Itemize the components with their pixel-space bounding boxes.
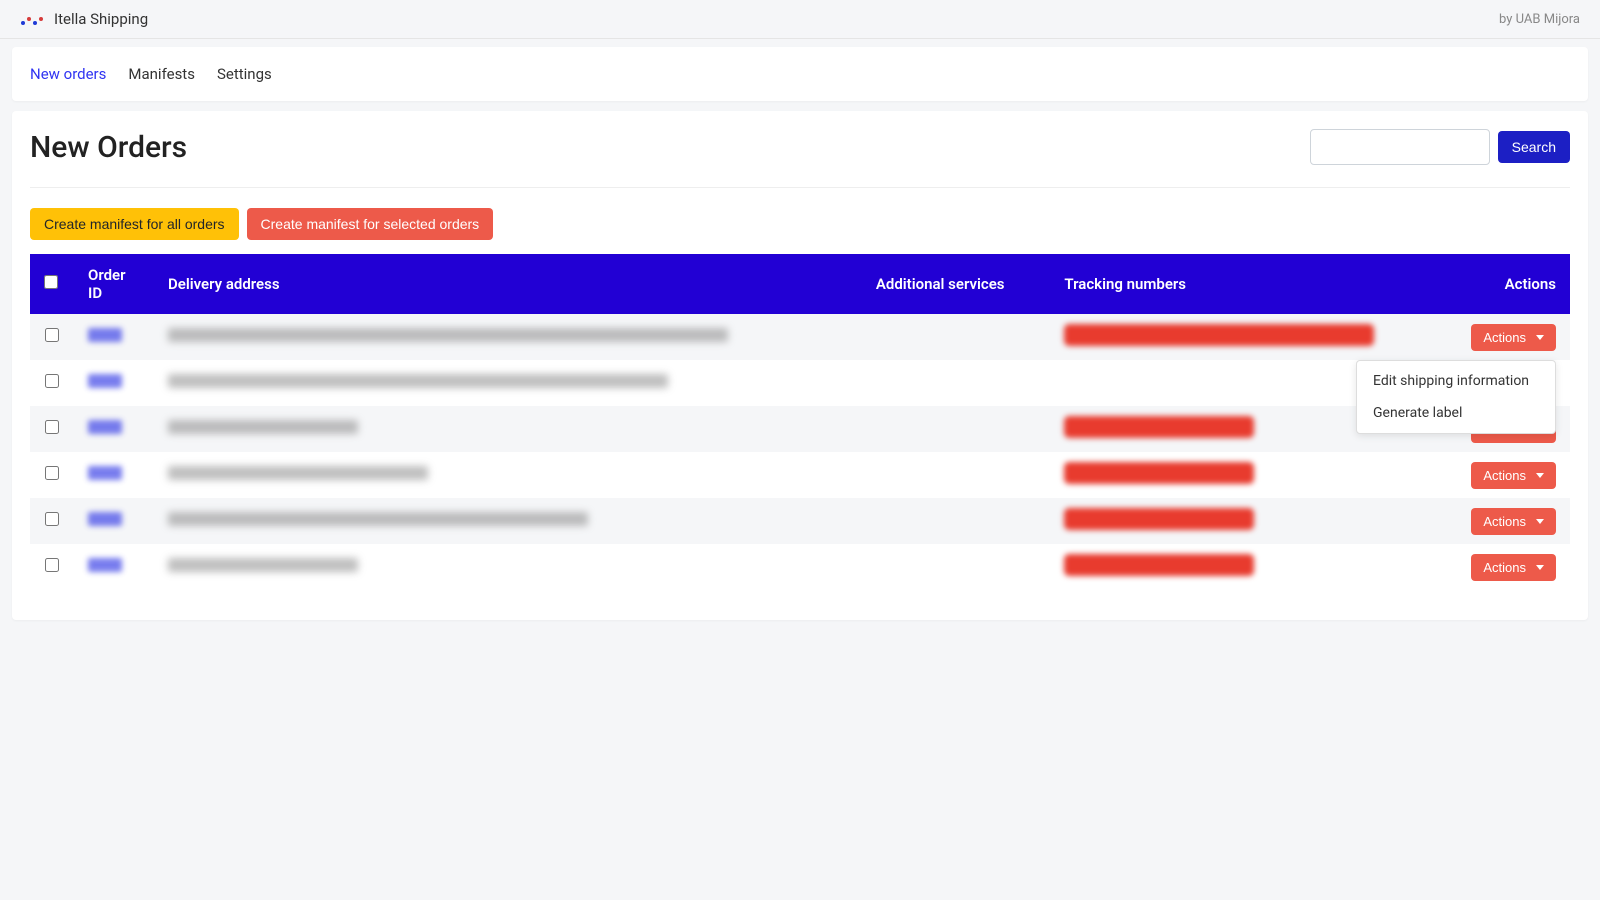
search-input[interactable] [1310, 129, 1490, 165]
row-actions-label: Actions [1483, 468, 1526, 483]
order-id-link[interactable] [88, 420, 122, 434]
tracking-badge [1064, 462, 1254, 484]
orders-table: Order ID Delivery address Additional ser… [30, 254, 1570, 590]
tracking-badge [1064, 508, 1254, 530]
delivery-address-text [168, 420, 358, 434]
col-select-all [30, 254, 74, 314]
table-row: Actions [30, 452, 1570, 498]
dropdown-edit-shipping[interactable]: Edit shipping information [1357, 365, 1555, 397]
row-checkbox[interactable] [45, 558, 59, 572]
tracking-badge [1064, 554, 1254, 576]
tracking-badge [1064, 416, 1254, 438]
nav-tab-new-orders[interactable]: New orders [30, 47, 106, 101]
row-checkbox[interactable] [45, 466, 59, 480]
create-manifest-selected-button[interactable]: Create manifest for selected orders [247, 208, 494, 240]
row-actions-button[interactable]: Actions [1471, 508, 1556, 535]
row-checkbox[interactable] [45, 328, 59, 342]
delivery-address-text [168, 512, 588, 526]
select-all-checkbox[interactable] [44, 275, 58, 289]
additional-services-cell [862, 406, 1051, 452]
additional-services-cell [862, 498, 1051, 544]
nav-tab-manifests[interactable]: Manifests [128, 47, 195, 101]
row-actions-button[interactable]: Actions [1471, 324, 1556, 351]
delivery-address-text [168, 374, 668, 388]
table-row: Actions [30, 498, 1570, 544]
table-row: Actions [30, 360, 1570, 406]
nav-card: New orders Manifests Settings [12, 47, 1588, 101]
actions-dropdown: Edit shipping informationGenerate label [1356, 360, 1556, 434]
topbar: Itella Shipping by UAB Mijora [0, 0, 1600, 39]
row-actions-label: Actions [1483, 330, 1526, 345]
brand-logo-icon [20, 11, 44, 27]
order-id-link[interactable] [88, 558, 122, 572]
table-row: ActionsEdit shipping informationGenerate… [30, 314, 1570, 360]
nav-tabs: New orders Manifests Settings [30, 47, 1570, 101]
table-row: Actions [30, 406, 1570, 452]
row-actions-button[interactable]: Actions [1471, 554, 1556, 581]
chevron-down-icon [1536, 335, 1544, 340]
additional-services-cell [862, 314, 1051, 360]
order-id-link[interactable] [88, 374, 122, 388]
chevron-down-icon [1536, 565, 1544, 570]
create-manifest-all-button[interactable]: Create manifest for all orders [30, 208, 239, 240]
chevron-down-icon [1536, 473, 1544, 478]
dropdown-generate-label[interactable]: Generate label [1357, 397, 1555, 429]
col-additional-services: Additional services [862, 254, 1051, 314]
additional-services-cell [862, 544, 1051, 590]
col-order-id: Order ID [74, 254, 154, 314]
row-checkbox[interactable] [45, 374, 59, 388]
col-delivery-address: Delivery address [154, 254, 862, 314]
app-title: Itella Shipping [54, 10, 148, 28]
search-button[interactable]: Search [1498, 131, 1570, 163]
col-tracking-numbers: Tracking numbers [1050, 254, 1457, 314]
col-actions: Actions [1457, 254, 1570, 314]
vendor-label: by UAB Mijora [1499, 12, 1580, 27]
row-checkbox[interactable] [45, 420, 59, 434]
main-card: New Orders Search Create manifest for al… [12, 111, 1588, 620]
additional-services-cell [862, 360, 1051, 406]
delivery-address-text [168, 558, 358, 572]
row-actions-label: Actions [1483, 560, 1526, 575]
page-title: New Orders [30, 130, 187, 165]
delivery-address-text [168, 466, 428, 480]
order-id-link[interactable] [88, 512, 122, 526]
nav-tab-settings[interactable]: Settings [217, 47, 272, 101]
row-checkbox[interactable] [45, 512, 59, 526]
row-actions-label: Actions [1483, 514, 1526, 529]
table-row: Actions [30, 544, 1570, 590]
row-actions-button[interactable]: Actions [1471, 462, 1556, 489]
order-id-link[interactable] [88, 328, 122, 342]
order-id-link[interactable] [88, 466, 122, 480]
delivery-address-text [168, 328, 728, 342]
additional-services-cell [862, 452, 1051, 498]
tracking-badge [1064, 324, 1374, 346]
chevron-down-icon [1536, 519, 1544, 524]
